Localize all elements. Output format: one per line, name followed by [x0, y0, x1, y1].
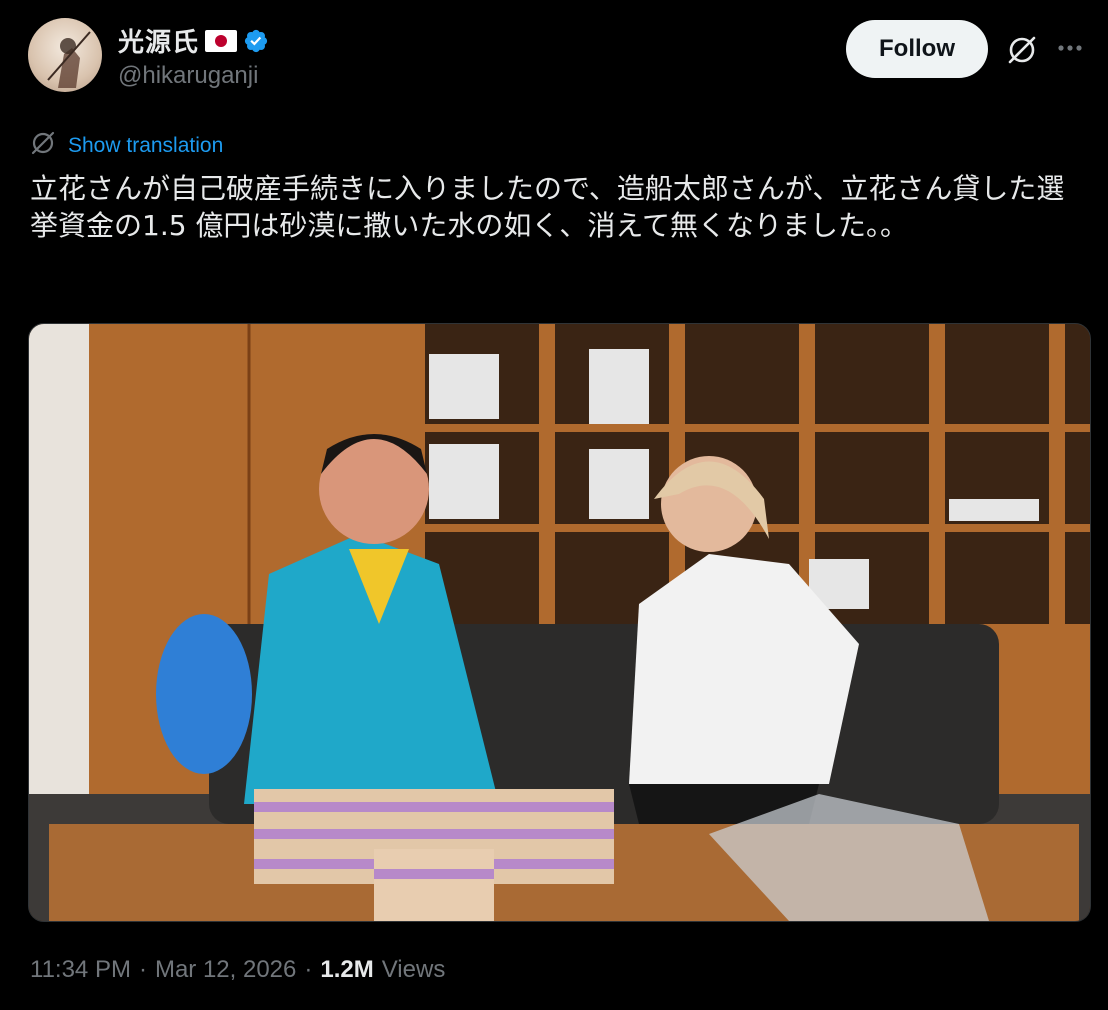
show-translation-link[interactable]: Show translation	[30, 130, 223, 161]
white-wall	[29, 324, 89, 804]
show-translation-label[interactable]: Show translation	[68, 134, 223, 158]
grok-icon[interactable]	[1005, 33, 1039, 72]
tweet-date[interactable]: Mar 12, 2026	[155, 956, 296, 984]
photo-scene	[29, 324, 1090, 921]
tweet-media-photo[interactable]	[28, 323, 1091, 922]
more-options-icon[interactable]	[1055, 36, 1085, 65]
views-label: Views	[381, 956, 446, 983]
author-handle[interactable]: @hikaruganji	[118, 62, 258, 90]
japan-flag-icon	[205, 29, 238, 52]
blue-cushion	[156, 614, 252, 774]
verified-badge-icon[interactable]	[243, 28, 269, 54]
tweet-text: 立花さんが自己破産手続きに入りましたので、造船太郎さんが、立花さん貸した選挙資金…	[30, 172, 1065, 242]
translate-icon	[30, 130, 56, 161]
author-display-name[interactable]: 光源氏	[118, 22, 199, 59]
author-avatar[interactable]	[28, 18, 102, 92]
author-name-row: 光源氏	[118, 22, 269, 59]
avatar-illustration	[47, 31, 91, 88]
follow-button[interactable]: Follow	[846, 20, 988, 78]
views-count[interactable]: 1.2M	[320, 956, 373, 984]
meta-separator-1: ·	[138, 956, 147, 983]
tweet-meta: 11:34 PM · Mar 12, 2026 · 1.2M Views	[30, 956, 445, 984]
tweet-time[interactable]: 11:34 PM	[30, 956, 131, 984]
meta-separator-2: ·	[304, 956, 313, 983]
